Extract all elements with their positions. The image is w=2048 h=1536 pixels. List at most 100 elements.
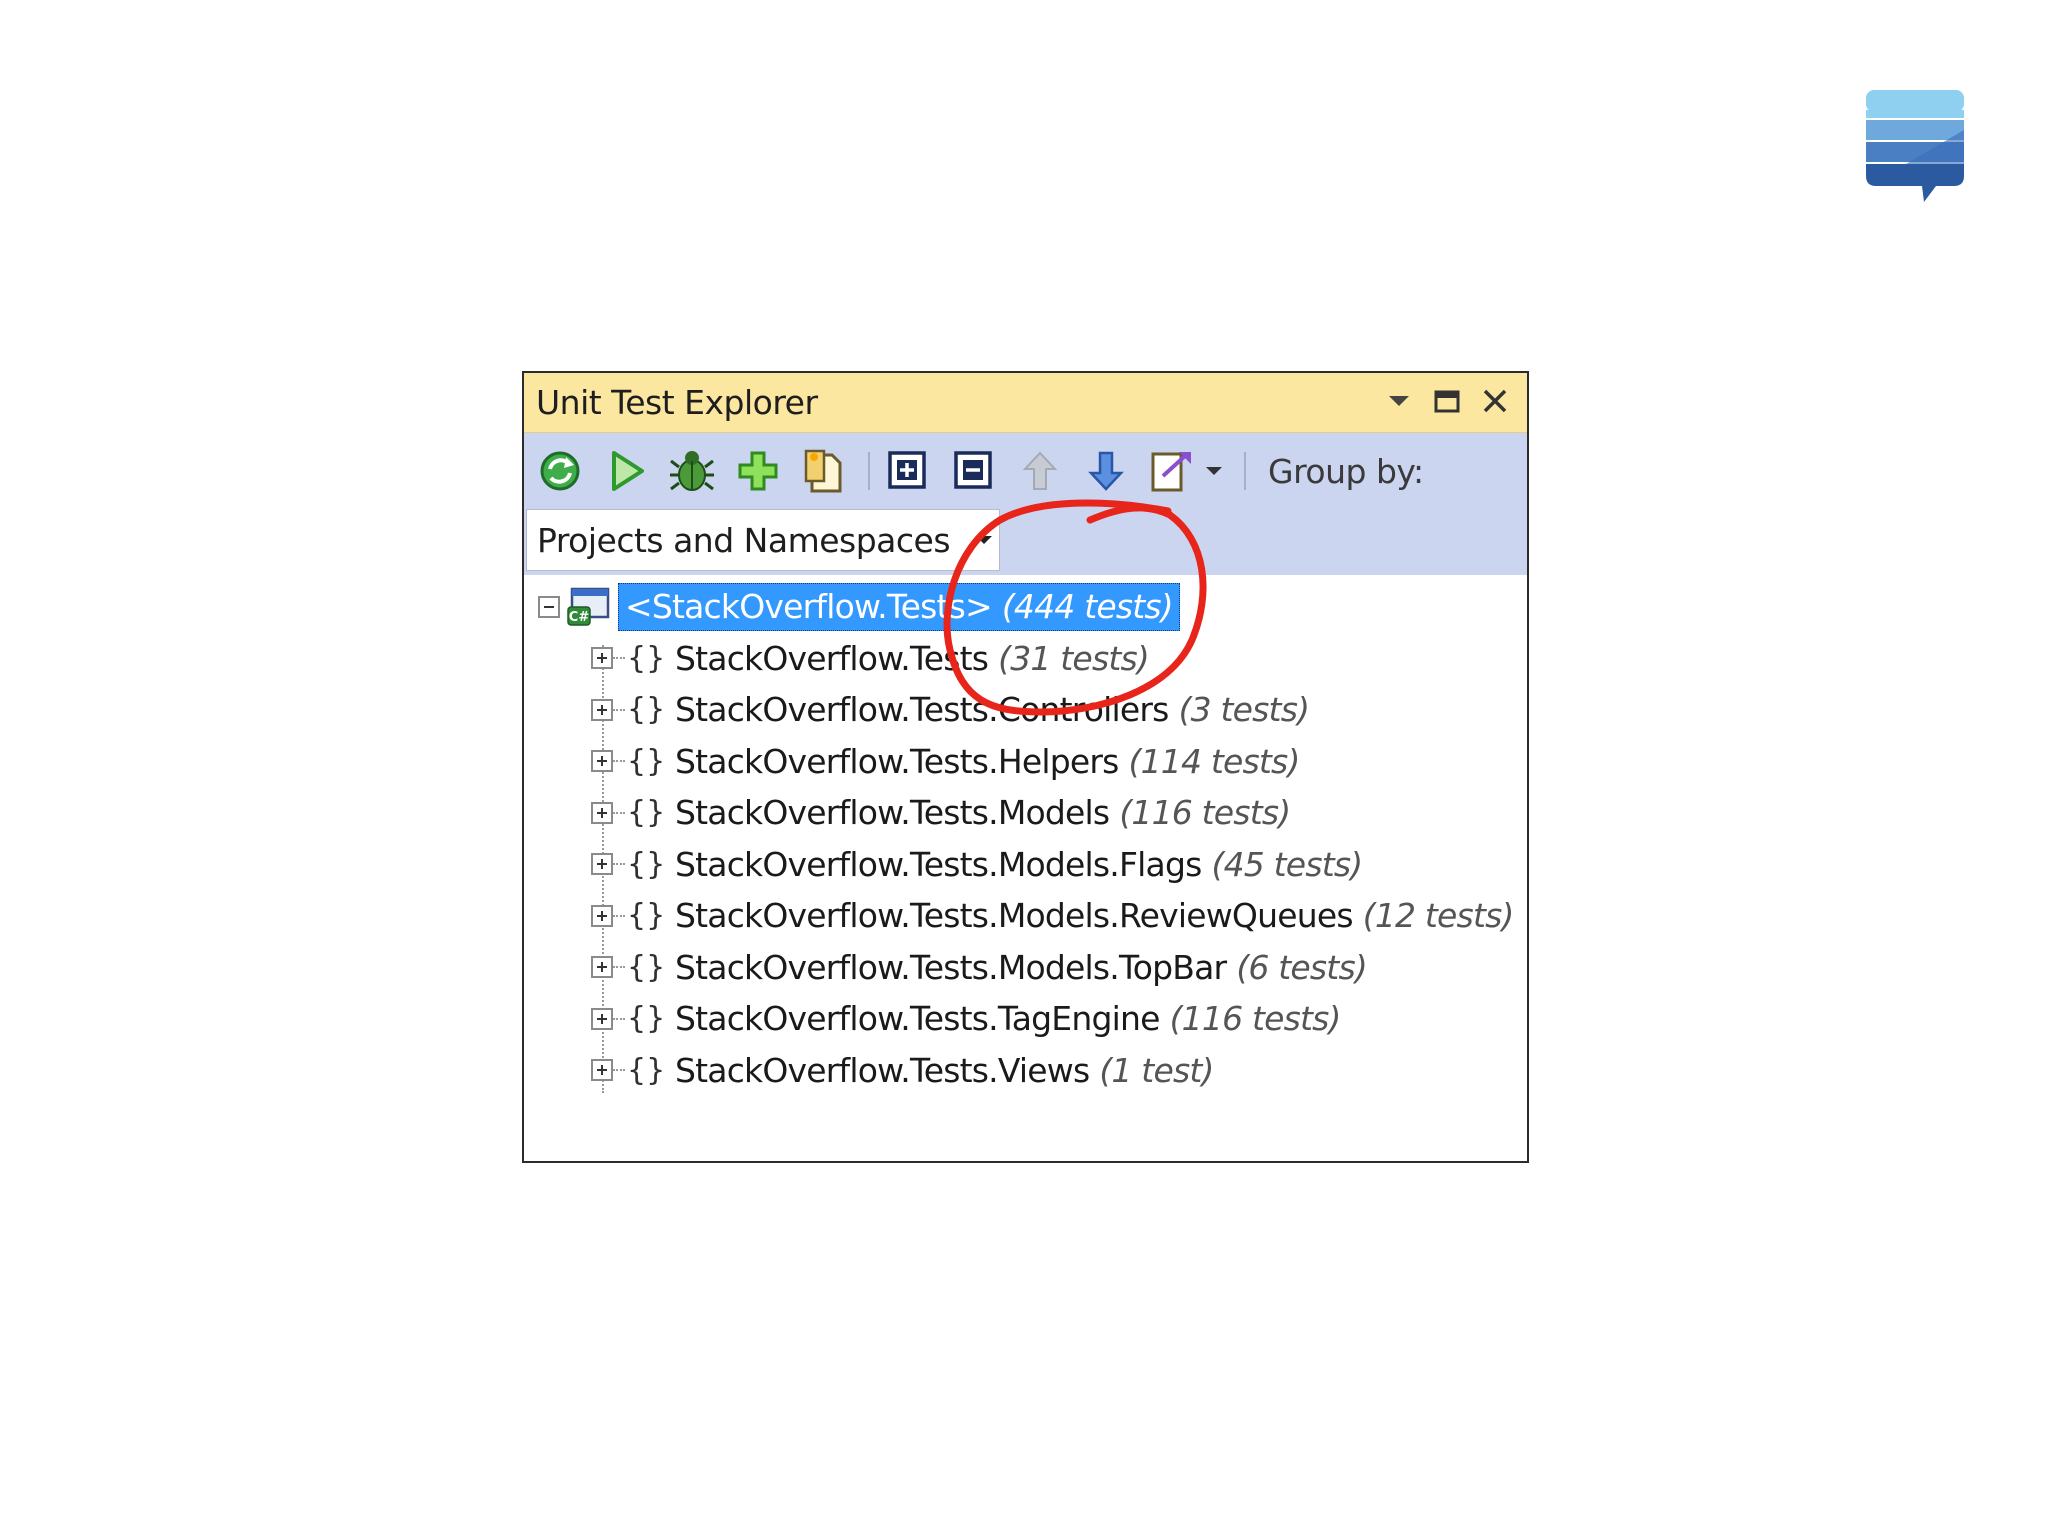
namespace-icon: {} — [627, 898, 666, 934]
plus-icon — [597, 653, 607, 664]
tree-connector — [613, 760, 625, 763]
export-dropdown-button[interactable] — [1200, 443, 1228, 499]
expand-toggle[interactable] — [591, 698, 613, 721]
tree-connector — [613, 1069, 625, 1072]
namespace-icon: {} — [627, 846, 666, 882]
node-count: (1 test) — [1099, 1050, 1214, 1090]
expand-all-button[interactable] — [880, 443, 936, 499]
tree-row[interactable]: {} StackOverflow.Tests.Views (1 test) — [524, 1045, 1527, 1097]
chevron-down-icon — [1389, 396, 1409, 406]
chevron-down-icon — [976, 536, 992, 544]
tree-connector — [613, 863, 625, 866]
node-label: StackOverflow.Tests.Helpers — [675, 741, 1119, 781]
root-node-label: <StackOverflow.Tests> — [625, 587, 993, 627]
next-button[interactable] — [1078, 443, 1134, 499]
tree-row[interactable]: {} StackOverflow.Tests.Models.ReviewQueu… — [524, 890, 1527, 942]
close-icon — [1483, 389, 1507, 413]
select-arrow — [969, 535, 999, 545]
test-tree: C# <StackOverflow.Tests> (444 tests) {} … — [524, 575, 1527, 1096]
toolbar-separator — [868, 452, 870, 490]
tree-row[interactable]: {} StackOverflow.Tests.TagEngine (116 te… — [524, 993, 1527, 1045]
dropdown-menu-button[interactable] — [1381, 383, 1417, 419]
previous-button[interactable] — [1012, 443, 1068, 499]
tree-row[interactable]: {} StackOverflow.Tests (31 tests) — [524, 633, 1527, 685]
node-count: (116 tests) — [1169, 999, 1342, 1039]
node-label: StackOverflow.Tests.Views — [675, 1050, 1090, 1090]
arrow-down-icon — [1088, 451, 1124, 491]
tree-connector — [613, 708, 625, 711]
stack-logo-icon — [1866, 90, 1964, 202]
tree-row[interactable]: {} StackOverflow.Tests.Controllers (3 te… — [524, 684, 1527, 736]
namespace-icon: {} — [627, 795, 666, 831]
node-label: StackOverflow.Tests.Models — [675, 793, 1110, 833]
tree-connector — [613, 657, 625, 660]
tree-connector — [613, 966, 625, 969]
csharp-project-icon: C# — [567, 587, 610, 626]
namespace-icon: {} — [627, 743, 666, 779]
tree-root-row[interactable]: C# <StackOverflow.Tests> (444 tests) — [524, 581, 1527, 633]
plus-icon — [597, 704, 607, 715]
tree-connector — [613, 1017, 625, 1020]
refresh-button[interactable] — [532, 443, 588, 499]
collapse-all-icon — [954, 451, 992, 489]
expand-toggle[interactable] — [591, 904, 613, 927]
plus-icon — [597, 807, 607, 818]
plus-icon — [597, 1013, 607, 1024]
tree-row[interactable]: {} StackOverflow.Tests.Helpers (114 test… — [524, 736, 1527, 788]
root-node-count: (444 tests) — [1001, 587, 1174, 627]
maximize-button[interactable] — [1429, 383, 1465, 419]
tree-row[interactable]: {} StackOverflow.Tests.Models.Flags (45 … — [524, 839, 1527, 891]
minus-icon — [544, 605, 554, 608]
namespace-icon: {} — [627, 692, 666, 728]
expand-toggle[interactable] — [591, 750, 613, 773]
group-by-select[interactable]: Projects and Namespaces — [526, 509, 1000, 571]
namespace-icon: {} — [627, 1001, 666, 1037]
node-label: StackOverflow.Tests.Models.TopBar — [675, 947, 1227, 987]
node-count: (6 tests) — [1236, 947, 1367, 987]
group-by-selected-value: Projects and Namespaces — [537, 520, 951, 560]
selected-root-node[interactable]: <StackOverflow.Tests> (444 tests) — [618, 582, 1180, 631]
add-button[interactable] — [730, 443, 786, 499]
plus-icon — [597, 910, 607, 921]
chevron-down-icon — [1206, 467, 1222, 475]
tree-row[interactable]: {} StackOverflow.Tests.Models (116 tests… — [524, 787, 1527, 839]
run-tests-button[interactable] — [598, 443, 654, 499]
group-by-label: Group by: — [1268, 451, 1424, 491]
toolbar-separator — [1244, 452, 1246, 490]
export-button[interactable] — [1144, 443, 1200, 499]
plus-icon — [597, 756, 607, 767]
expand-toggle[interactable] — [591, 801, 613, 824]
window-controls — [1381, 383, 1513, 419]
toolbar: Group by: — [524, 433, 1527, 509]
collapse-all-button[interactable] — [946, 443, 1002, 499]
new-document-icon — [804, 449, 842, 493]
plus-icon — [597, 859, 607, 870]
window-title: Unit Test Explorer — [536, 383, 818, 422]
plus-icon — [597, 1065, 607, 1076]
tree-connector — [613, 811, 625, 814]
tree-row[interactable]: {} StackOverflow.Tests.Models.TopBar (6 … — [524, 942, 1527, 994]
debug-tests-button[interactable] — [664, 443, 720, 499]
tree-connector — [613, 914, 625, 917]
close-button[interactable] — [1477, 383, 1513, 419]
namespace-icon: {} — [627, 949, 666, 985]
arrow-up-icon — [1022, 451, 1058, 490]
unit-test-explorer-panel: Unit Test Explorer Group by: Projects an… — [522, 371, 1529, 1163]
expand-toggle[interactable] — [591, 647, 613, 670]
node-label: StackOverflow.Tests.TagEngine — [675, 999, 1160, 1039]
new-session-button[interactable] — [796, 443, 852, 499]
namespace-icon: {} — [627, 640, 666, 676]
group-by-bar: Projects and Namespaces — [524, 509, 1527, 575]
bug-icon — [670, 451, 714, 491]
expand-toggle[interactable] — [591, 1007, 613, 1030]
node-count: (114 tests) — [1128, 741, 1301, 781]
node-count: (3 tests) — [1178, 690, 1310, 730]
expand-toggle[interactable] — [591, 853, 613, 876]
expand-toggle[interactable] — [591, 956, 613, 979]
collapse-toggle[interactable] — [538, 595, 560, 618]
title-bar: Unit Test Explorer — [524, 373, 1527, 433]
expand-toggle[interactable] — [591, 1059, 613, 1082]
svg-text:C#: C# — [569, 610, 590, 625]
node-count: (31 tests) — [998, 638, 1150, 678]
node-label: StackOverflow.Tests.Models.ReviewQueues — [675, 896, 1354, 936]
